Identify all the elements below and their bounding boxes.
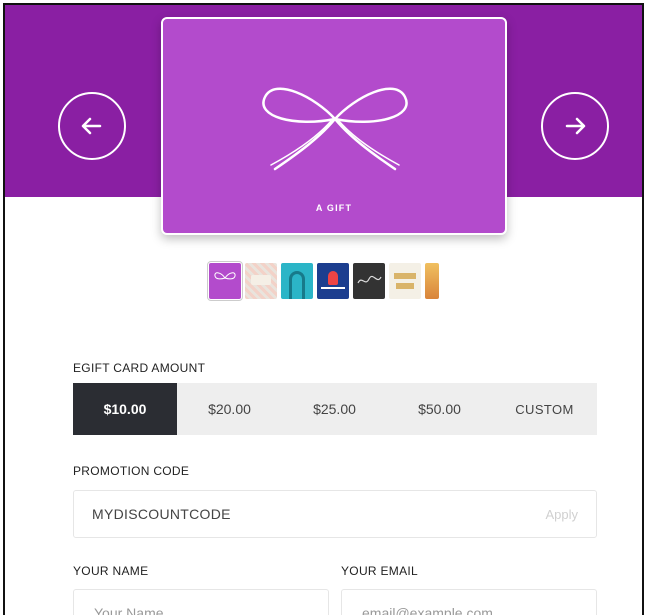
- amount-option-custom[interactable]: CUSTOM: [492, 383, 597, 435]
- card-design-thumbnails: [207, 261, 439, 303]
- thumbnail-blue[interactable]: [317, 263, 349, 299]
- arrow-left-icon: [81, 117, 102, 135]
- thumbnail-arch[interactable]: [281, 263, 313, 299]
- amount-option-25[interactable]: $25.00: [282, 383, 387, 435]
- amount-label: EGIFT CARD AMOUNT: [73, 361, 206, 375]
- name-field[interactable]: Your Name: [73, 589, 329, 615]
- promo-label: PROMOTION CODE: [73, 464, 190, 478]
- promo-code-field[interactable]: MYDISCOUNTCODE Apply: [73, 490, 597, 538]
- amount-option-20[interactable]: $20.00: [177, 383, 282, 435]
- amount-option-50[interactable]: $50.00: [387, 383, 492, 435]
- previous-card-button[interactable]: [58, 92, 126, 160]
- next-card-button[interactable]: [541, 92, 609, 160]
- thumbnail-you-envelope[interactable]: [245, 263, 277, 299]
- gift-card-page: A GIFT EGIFT CARD AMOUNT $10.00 $20.00 $…: [3, 3, 644, 615]
- thumbnail-thank-you[interactable]: [389, 263, 421, 299]
- thumbnail-thanks-script[interactable]: [353, 263, 385, 299]
- email-label: YOUR EMAIL: [341, 564, 419, 578]
- apply-promo-button[interactable]: Apply: [545, 507, 578, 522]
- name-label: YOUR NAME: [73, 564, 149, 578]
- promo-code-value: MYDISCOUNTCODE: [92, 506, 231, 522]
- card-label: A GIFT: [315, 203, 353, 213]
- thumbnail-gold[interactable]: [425, 263, 439, 299]
- email-field[interactable]: email@example.com: [341, 589, 597, 615]
- amount-option-10[interactable]: $10.00: [73, 383, 177, 435]
- gift-card-preview: A GIFT: [161, 17, 507, 235]
- bow-icon: [262, 87, 408, 171]
- arrow-right-icon: [565, 117, 586, 135]
- amount-selector: $10.00 $20.00 $25.00 $50.00 CUSTOM: [73, 383, 597, 435]
- thumbnail-bow[interactable]: [207, 261, 243, 301]
